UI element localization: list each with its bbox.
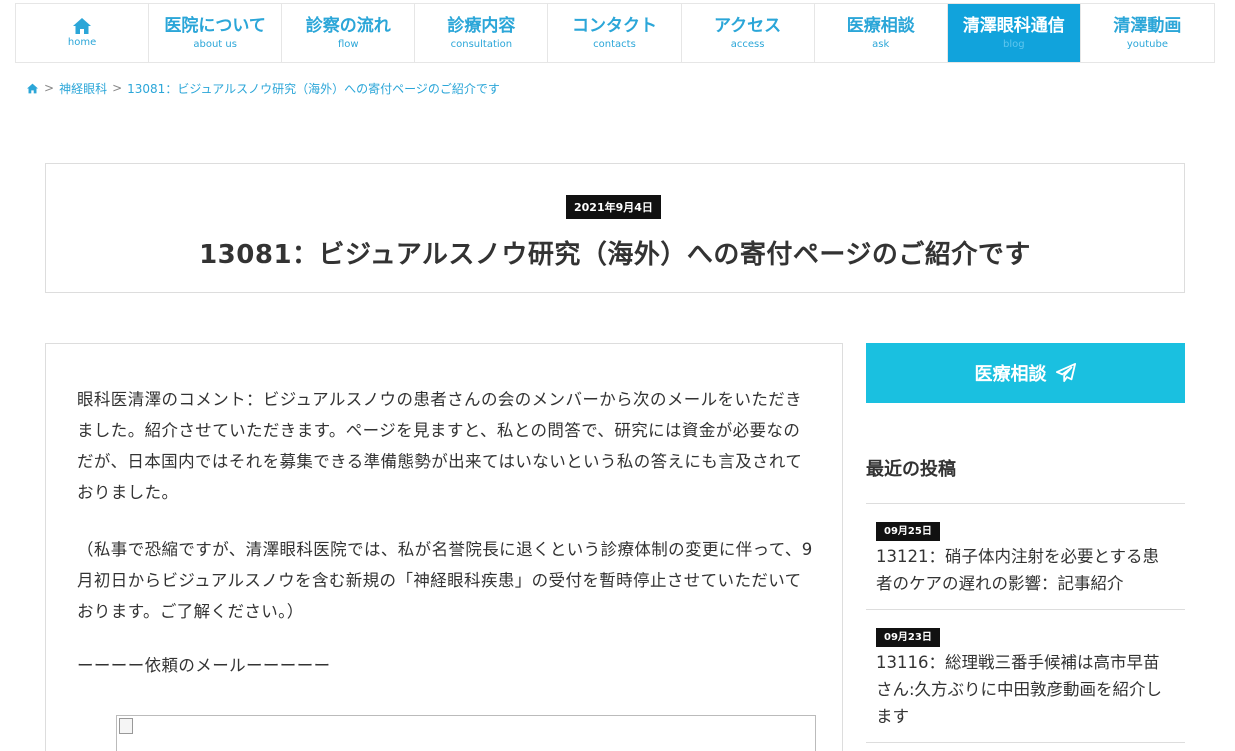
recent-post-item[interactable]: 09月23日 13116：総理戦三番手候補は高市早苗さん:久方ぶりに中田敦彦動画… [866, 609, 1185, 743]
recent-post-date: 09月23日 [876, 628, 940, 647]
article-paragraph: ーーーー依頼のメールーーーーー [77, 656, 331, 675]
nav-sub: ask [872, 38, 890, 50]
recent-post-date: 09月25日 [876, 522, 940, 541]
nav-access[interactable]: アクセス access [682, 4, 815, 62]
nav-label: アクセス [714, 15, 782, 36]
nav-sub: contacts [593, 38, 636, 50]
nav-sub: home [67, 36, 97, 48]
nav-sub: access [730, 38, 765, 50]
breadcrumb-home-icon[interactable] [26, 83, 39, 94]
article-body: 眼科医清澤のコメント：ビジュアルスノウの患者さんの会のメンバーから次のメールをい… [45, 343, 843, 751]
nav-label: 診察の流れ [305, 15, 391, 36]
nav-label: コンタクト [571, 15, 657, 36]
main-nav: home 医院について about us 診察の流れ flow 診療内容 con… [15, 3, 1215, 63]
article-paragraph: （私事で恐縮ですが、清澤眼科医院では、私が名誉院長に退くという診療体制の変更に伴… [77, 540, 813, 621]
post-header-box [45, 163, 1185, 293]
breadcrumb-current[interactable]: 13081：ビジュアルスノウ研究（海外）への寄付ページのご紹介です [127, 80, 500, 97]
consult-button-label: 医療相談 [974, 364, 1047, 385]
nav-sub: consultation [450, 38, 513, 50]
nav-youtube[interactable]: 清澤動画 youtube [1081, 4, 1214, 62]
article-paragraph: 眼科医清澤のコメント：ビジュアルスノウの患者さんの会のメンバーから次のメールをい… [77, 390, 803, 502]
recent-posts-heading: 最近の投稿 [866, 459, 956, 480]
broken-image [116, 715, 816, 751]
nav-label: 医療相談 [846, 15, 915, 36]
breadcrumb: > 神経眼科 > 13081：ビジュアルスノウ研究（海外）への寄付ページのご紹介… [26, 80, 500, 96]
nav-consultation[interactable]: 診療内容 consultation [415, 4, 549, 62]
paper-plane-icon [1055, 363, 1076, 383]
recent-post-item[interactable]: 09月25日 13121：硝子体内注射を必要とする患者のケアの遅れの影響：記事紹… [866, 503, 1185, 609]
breadcrumb-separator: > [44, 81, 55, 95]
recent-post-title: 13116：総理戦三番手候補は高市早苗さん:久方ぶりに中田敦彦動画を紹介します [876, 653, 1163, 726]
nav-contacts[interactable]: コンタクト contacts [548, 4, 682, 62]
broken-image-icon [119, 718, 133, 734]
nav-ask[interactable]: 医療相談 ask [815, 4, 948, 62]
recent-posts-list: 09月25日 13121：硝子体内注射を必要とする患者のケアの遅れの影響：記事紹… [866, 503, 1185, 743]
nav-label: 医院について [164, 15, 266, 36]
post-title: 13081：ビジュアルスノウ研究（海外）への寄付ページのご紹介です [199, 240, 1031, 270]
nav-home[interactable]: home [16, 4, 150, 62]
recent-post-title: 13121：硝子体内注射を必要とする患者のケアの遅れの影響：記事紹介 [876, 547, 1159, 593]
medical-consult-button[interactable]: 医療相談 [866, 343, 1185, 403]
nav-blog[interactable]: 清澤眼科通信 blog [947, 4, 1081, 62]
nav-label: 清澤眼科通信 [962, 15, 1065, 36]
nav-flow[interactable]: 診察の流れ flow [282, 4, 416, 62]
nav-about[interactable]: 医院について about us [149, 4, 283, 62]
post-date-badge: 2021年9月4日 [566, 195, 661, 219]
nav-sub: about us [193, 38, 237, 50]
nav-sub: youtube [1126, 38, 1168, 50]
nav-sub: blog [1003, 38, 1025, 50]
nav-label: 診療内容 [447, 15, 516, 36]
breadcrumb-category-link[interactable]: 神経眼科 [59, 80, 107, 97]
home-icon [72, 17, 92, 35]
nav-sub: flow [337, 38, 359, 50]
nav-label: 清澤動画 [1113, 15, 1182, 36]
breadcrumb-separator: > [112, 81, 123, 95]
